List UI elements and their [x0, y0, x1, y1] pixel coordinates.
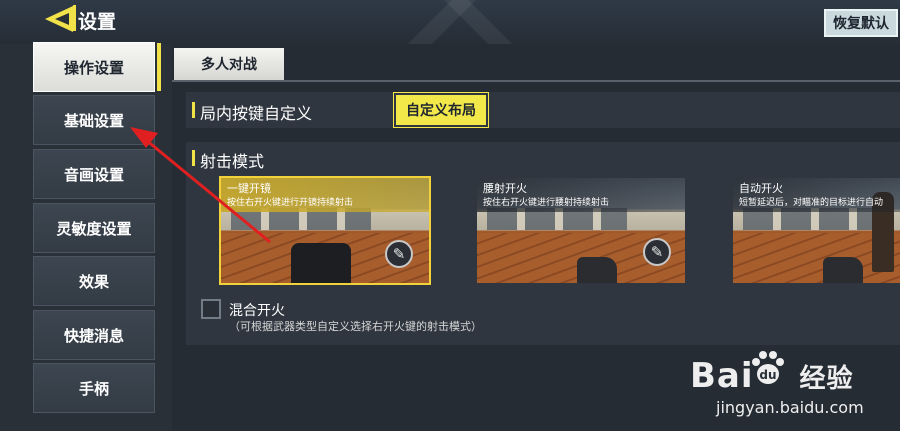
- fire-mode-card-ads[interactable]: ✎ 一键开镜 按住右开火键进行开镜持续射击: [219, 176, 431, 285]
- top-bar-decoration: [330, 0, 590, 44]
- tab-multiplayer[interactable]: 多人对战: [174, 48, 284, 80]
- mixed-fire-label: 混合开火: [229, 303, 285, 319]
- sidebar-item-controller[interactable]: 手柄: [33, 363, 155, 413]
- mode-description: 短暂延迟后，对瞄准的目标进行自动: [739, 198, 884, 208]
- mode-name: 一键开镜: [227, 182, 271, 195]
- rifle-icon: ✎: [385, 240, 413, 268]
- sidebar-item-sensitivity[interactable]: 灵敏度设置: [33, 203, 155, 253]
- sidebar-item-operation[interactable]: 操作设置: [33, 42, 161, 92]
- custom-layout-button[interactable]: 自定义布局: [396, 95, 486, 125]
- button-custom-title: 局内按键自定义: [200, 104, 313, 123]
- fire-mode-card-hip[interactable]: ✎ 腰射开火 按住右开火键进行腰射持续射击: [477, 178, 685, 283]
- mode-description: 按住右开火键进行腰射持续射击: [483, 198, 610, 208]
- reset-default-button[interactable]: 恢复默认: [824, 9, 898, 37]
- watermark-logo-suffix: 经验: [799, 364, 854, 394]
- mixed-fire-note: （可根据武器类型自定义选择右开火键的射击模式）: [229, 320, 482, 333]
- sidebar-item-basic[interactable]: 基础设置: [33, 95, 155, 145]
- svg-text:du: du: [759, 368, 776, 382]
- rifle-image: [577, 257, 617, 283]
- fire-mode-card-auto[interactable]: 自动开火 短暂延迟后，对瞄准的目标进行自动: [733, 178, 900, 283]
- section-marker: [192, 102, 195, 118]
- title-bracket: [73, 5, 76, 31]
- mode-description: 按住右开火键进行开镜持续射击: [227, 198, 354, 208]
- mixed-fire-checkbox[interactable]: [201, 299, 221, 319]
- rifle-image: [823, 257, 863, 283]
- page-title: 设置: [78, 11, 117, 33]
- baidu-paw-icon: du: [752, 351, 784, 384]
- mode-name: 自动开火: [739, 182, 783, 195]
- rifle-image: [291, 243, 351, 283]
- mode-name: 腰射开火: [483, 182, 527, 195]
- rifle-icon: ✎: [643, 238, 671, 266]
- sidebar-item-audio-video[interactable]: 音画设置: [33, 149, 155, 199]
- fire-mode-title: 射击模式: [200, 152, 265, 171]
- watermark-site: jingyan.baidu.com: [716, 398, 864, 417]
- sidebar-item-quick-messages[interactable]: 快捷消息: [33, 310, 155, 360]
- watermark-logo-text: Bai: [690, 356, 754, 396]
- section-marker: [192, 150, 195, 166]
- sidebar-item-effects[interactable]: 效果: [33, 256, 155, 306]
